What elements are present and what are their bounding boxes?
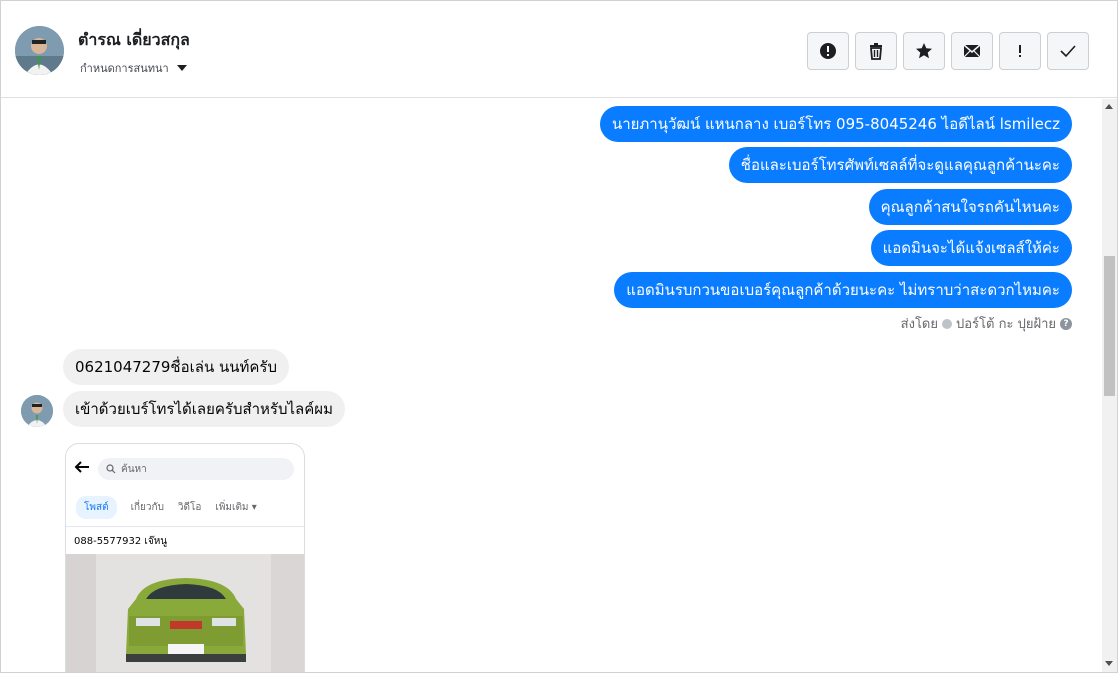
sent-by-info: ส่งโดย ปอร์โต้ กะ ปุยฝ้าย ?: [901, 313, 1072, 334]
conversation-settings-dropdown[interactable]: กำหนดการสนทนา: [80, 59, 187, 77]
outgoing-message[interactable]: คุณลูกค้าสนใจรถคันไหนคะ: [868, 189, 1072, 225]
alert-circle-icon: [820, 43, 836, 59]
scrollbar[interactable]: [1102, 99, 1117, 672]
image-tab-about: เกี่ยวกับ: [130, 502, 164, 513]
outgoing-message[interactable]: แอดมินรบกวนขอเบอร์คุณลูกค้าด้วยนะคะ ไม่ท…: [614, 272, 1072, 308]
search-icon: [106, 464, 116, 474]
sent-by-name: ปอร์โต้ กะ ปุยฝ้าย: [956, 317, 1056, 332]
image-tab-more: เพิ่มเติม ▾: [215, 502, 257, 513]
important-button[interactable]: [999, 32, 1041, 70]
trash-icon: [870, 43, 882, 60]
incoming-message[interactable]: เข้าด้วยเบร์โทรได้เลยครับสำหรับไลค์ผม: [63, 391, 345, 427]
scroll-up-icon[interactable]: [1105, 104, 1113, 109]
message-list[interactable]: นายภานุวัฒน์ แหนกลาง เบอร์โทร 095-804524…: [1, 99, 1101, 672]
mail-button[interactable]: [951, 32, 993, 70]
delete-button[interactable]: [855, 32, 897, 70]
image-caption: 088-5577932 เจ๊หนู: [74, 536, 168, 547]
conversation-toolbar: [807, 32, 1089, 70]
image-search-placeholder: ค้นหา: [121, 463, 147, 475]
conversation-header: ตำรณ เดี่ยวสกุล กำหนดการสนทนา: [1, 1, 1117, 98]
incoming-message[interactable]: 0621047279ชื่อเล่น นนท์ครับ: [63, 349, 289, 385]
star-icon: [916, 43, 932, 59]
outgoing-message[interactable]: แอดมินจะได้แจ้งเซลส์ให้ค่ะ: [870, 230, 1072, 266]
scroll-thumb[interactable]: [1104, 256, 1115, 396]
contact-avatar[interactable]: [15, 26, 64, 75]
check-icon: [1060, 45, 1076, 58]
car-photo: [66, 554, 304, 672]
outgoing-message[interactable]: นายภานุวัฒน์ แหนกลาง เบอร์โทร 095-804524…: [599, 106, 1072, 142]
contact-name: ตำรณ เดี่ยวสกุล: [78, 30, 190, 49]
alert-button[interactable]: [807, 32, 849, 70]
scroll-down-icon[interactable]: [1105, 661, 1113, 666]
exclamation-icon: [1019, 45, 1021, 57]
star-button[interactable]: [903, 32, 945, 70]
conversation-settings-label: กำหนดการสนทนา: [80, 62, 169, 75]
done-button[interactable]: [1047, 32, 1089, 70]
shared-image-attachment[interactable]: ค้นหา โพสต์ เกี่ยวกับ วิดีโอ เพิ่มเติม ▾…: [65, 443, 305, 672]
caret-down-icon: [176, 65, 187, 71]
image-divider: [66, 526, 304, 527]
sent-by-prefix: ส่งโดย: [900, 317, 938, 332]
arrow-left-icon: [74, 461, 89, 473]
conversation-window: ตำรณ เดี่ยวสกุล กำหนดการสนทนา นายภานุวัฒ…: [0, 0, 1118, 673]
check-circle-icon: [942, 318, 952, 329]
help-icon[interactable]: ?: [1060, 317, 1072, 330]
envelope-icon: [963, 44, 981, 58]
image-tabs: โพสต์ เกี่ยวกับ วิดีโอ เพิ่มเติม ▾: [76, 496, 257, 519]
outgoing-message[interactable]: ชื่อและเบอร์โทรศัพท์เซลล์ที่จะดูแลคุณลูก…: [728, 147, 1072, 183]
image-tab-posts: โพสต์: [76, 496, 117, 519]
image-search-bar: ค้นหา: [98, 458, 294, 480]
image-tab-videos: วิดีโอ: [177, 502, 202, 513]
sender-avatar[interactable]: [21, 395, 53, 427]
